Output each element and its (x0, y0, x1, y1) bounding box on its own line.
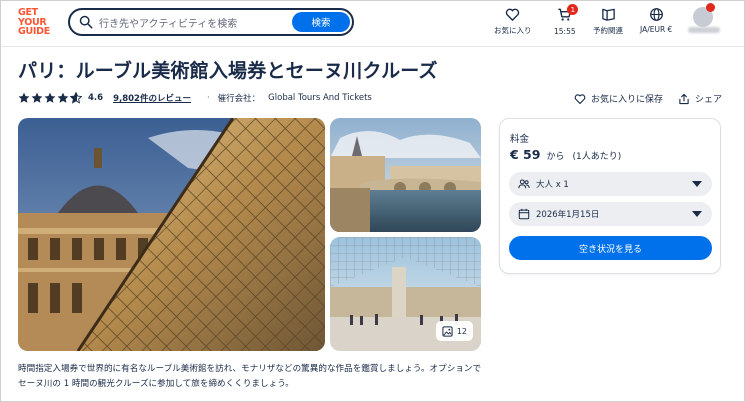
date-select[interactable]: 2026年1月15日 (509, 202, 712, 226)
calendar-icon (518, 208, 530, 220)
louvre-pyramid-image (18, 118, 325, 351)
star-icon (18, 92, 30, 103)
star-icon (44, 92, 56, 103)
photo-count-button[interactable]: 12 (435, 321, 473, 341)
heart-icon (574, 93, 586, 104)
share-button[interactable]: シェア (678, 92, 722, 105)
chevron-down-icon (692, 211, 702, 217)
photo-count: 12 (456, 326, 467, 336)
check-availability-button[interactable]: 空き状況を見る (509, 236, 712, 260)
date-value: 2026年1月15日 (536, 210, 600, 220)
nav-bookings-label: 予約関連 (593, 26, 623, 35)
wishlist-label: お気に入りに保存 (591, 95, 664, 105)
activity-description: 時間指定入場券で世界的に有名なルーブル美術館を訪れ、モナリザなどの驚異的な作品を… (18, 364, 482, 389)
nav-bookings[interactable]: 予約関連 (593, 7, 623, 36)
nav-language-label: JA/EUR € (640, 25, 673, 34)
header-divider (1, 46, 744, 47)
nav-wishlist-label: お気に入り (494, 26, 532, 35)
operator-label: 催行会社： (217, 94, 261, 104)
share-icon (679, 93, 689, 104)
activity-meta: 4.6 9,802件のレビュー · 催行会社： Global Tours And… (18, 92, 372, 104)
photo-louvre-interior[interactable]: 12 (330, 237, 481, 351)
star-icon (57, 92, 69, 103)
star-rating (18, 92, 82, 104)
share-label: シェア (695, 95, 723, 105)
nav-language[interactable]: JA/EUR € (640, 7, 672, 34)
main-photo-louvre-pyramid[interactable] (18, 118, 325, 351)
price-from: から (546, 152, 565, 162)
reviews-link[interactable]: 9,802件のレビュー (113, 92, 191, 104)
cart-timer: 15:55 (554, 27, 576, 36)
rating-value: 4.6 (88, 93, 104, 103)
price-amount: € 59 (510, 147, 541, 162)
half-star-icon (70, 92, 82, 104)
booking-card: 料金 € 59 から (1人あたり) 大人 x 1 2026年1月15日 空き状… (499, 118, 721, 274)
heart-icon (506, 8, 520, 21)
price-label: 料金 (510, 134, 530, 145)
participants-value: 大人 x 1 (536, 180, 569, 190)
search-input[interactable]: 行き先やアクティビティを検索 (99, 15, 292, 30)
bookmark-icon (601, 8, 615, 21)
search-button[interactable]: 検索 (292, 12, 350, 32)
nav-wishlist[interactable]: お気に入り (494, 7, 532, 36)
getyourguide-logo[interactable]: GET YOUR GUIDE (18, 8, 58, 37)
wishlist-button[interactable]: お気に入りに保存 (574, 92, 663, 105)
search-bar[interactable]: 行き先やアクティビティを検索 検索 (68, 8, 354, 36)
users-icon (518, 179, 530, 189)
globe-icon (649, 8, 663, 21)
operator-name: Global Tours And Tickets (268, 93, 372, 103)
page-title: パリ：ルーブル美術館入場券とセーヌ川クルーズ (18, 60, 438, 82)
chevron-down-icon (692, 181, 702, 187)
price: € 59 から (1人あたり) (510, 147, 621, 162)
meta-separator: · (206, 93, 210, 103)
avatar-notification-dot (706, 3, 715, 12)
star-icon (31, 92, 43, 103)
price-per-person: (1人あたり) (572, 152, 622, 162)
profile-name-blurred (688, 27, 720, 33)
image-icon (442, 325, 453, 337)
photo-seine-river[interactable] (330, 118, 481, 232)
search-icon (79, 15, 93, 29)
nav-cart[interactable]: 1 15:55 (554, 4, 579, 36)
participants-select[interactable]: 大人 x 1 (509, 172, 712, 196)
seine-river-image (330, 118, 481, 232)
